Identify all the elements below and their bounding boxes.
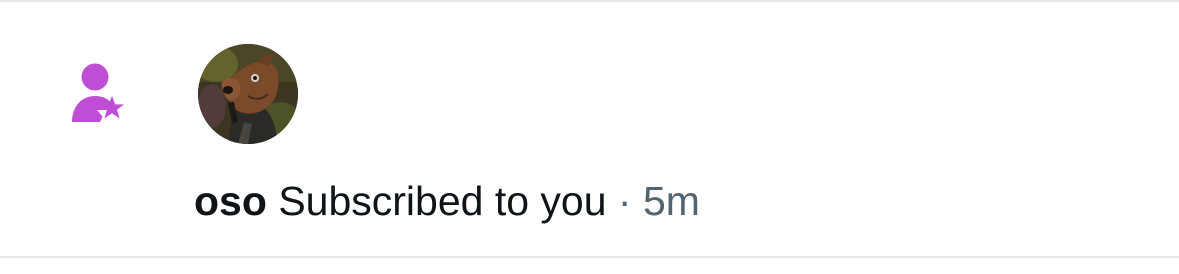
timestamp: 5m bbox=[642, 178, 700, 224]
subscriber-star-icon bbox=[66, 62, 128, 126]
user-avatar[interactable] bbox=[198, 44, 298, 144]
separator-dot: · bbox=[617, 178, 632, 224]
notification-item[interactable]: oso Subscribed to you · 5m bbox=[0, 2, 1179, 256]
notification-message: oso Subscribed to you · 5m bbox=[194, 176, 700, 226]
username-link[interactable]: oso bbox=[194, 178, 267, 224]
notification-action-text: Subscribed to you bbox=[278, 178, 607, 224]
horse-mask-avatar-image bbox=[198, 44, 298, 144]
bottom-divider bbox=[0, 256, 1179, 258]
